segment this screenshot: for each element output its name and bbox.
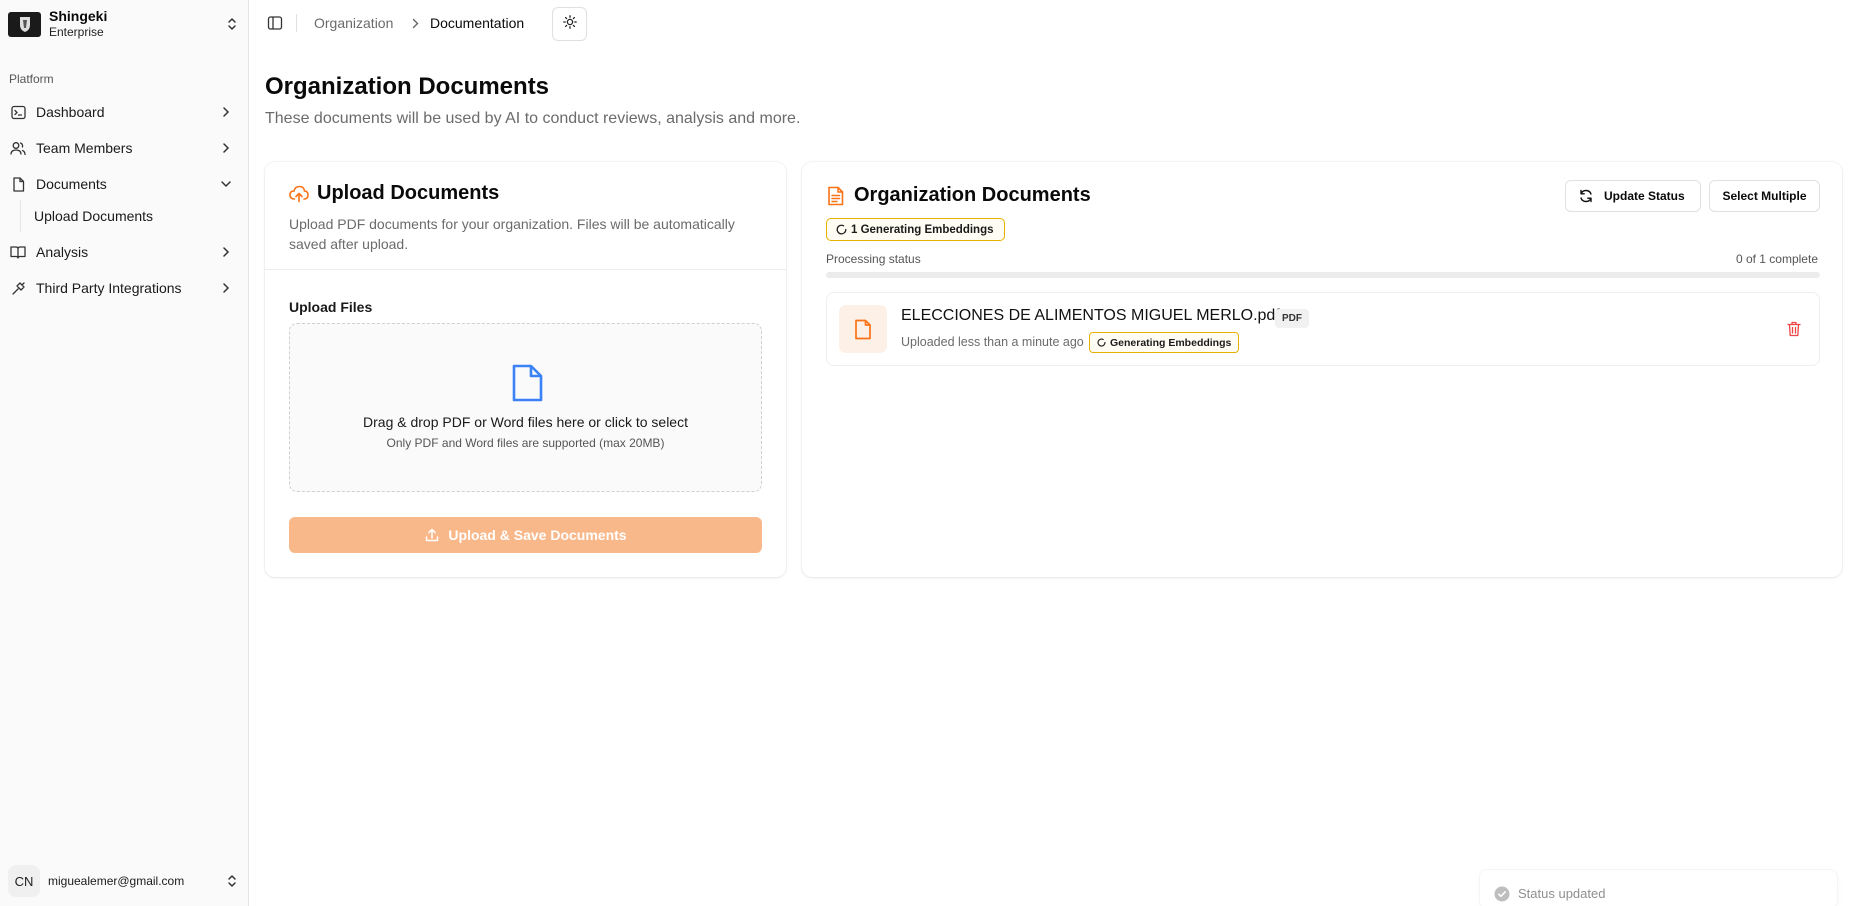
plug-icon xyxy=(10,280,26,296)
chevrons-up-down-icon xyxy=(224,873,240,889)
sub-nav-line xyxy=(20,200,21,232)
nav-group-label: Platform xyxy=(9,72,54,86)
sidebar-item-team-members[interactable]: Team Members xyxy=(8,133,240,163)
file-dropzone[interactable]: Drag & drop PDF or Word files here or cl… xyxy=(289,323,762,492)
document-file-icon xyxy=(839,305,887,353)
terminal-icon xyxy=(10,104,26,120)
loader-icon xyxy=(835,224,847,236)
org-logo xyxy=(8,11,41,37)
upload-card-title: Upload Documents xyxy=(317,182,500,204)
page-subtitle: These documents will be used by AI to co… xyxy=(265,110,801,127)
user-email: miguealemer@gmail.com xyxy=(48,874,185,888)
sidebar-item-label: Dashboard xyxy=(36,104,105,120)
document-type-badge: PDF xyxy=(1275,309,1309,328)
user-menu[interactable]: CN miguealemer@gmail.com xyxy=(8,864,240,898)
file-text-icon xyxy=(826,186,844,206)
upload-files-label: Upload Files xyxy=(289,299,373,315)
processing-progress-bar xyxy=(826,272,1820,278)
breadcrumb-documentation: Documentation xyxy=(430,15,525,31)
sidebar-subitem-upload-documents[interactable]: Upload Documents xyxy=(34,202,153,230)
sidebar-item-documents[interactable]: Documents xyxy=(8,169,240,199)
status-badge-label: 1 Generating Embeddings xyxy=(851,223,994,236)
breadcrumb-organization[interactable]: Organization xyxy=(314,15,393,31)
status-badge: 1 Generating Embeddings xyxy=(826,218,1005,241)
toast-message: Status updated xyxy=(1518,886,1606,901)
loader-icon xyxy=(1096,338,1106,348)
file-icon xyxy=(510,364,544,402)
sidebar-item-label: Analysis xyxy=(36,244,89,260)
update-status-label: Update Status xyxy=(1604,189,1685,203)
chevron-right-icon xyxy=(218,280,234,296)
sun-icon xyxy=(562,14,577,34)
refresh-icon xyxy=(1578,188,1594,204)
page-title: Organization Documents xyxy=(265,73,550,100)
top-header: Organization Documentation xyxy=(250,0,1852,48)
upload-save-button[interactable]: Upload & Save Documents xyxy=(289,517,762,553)
upload-card-description: Upload PDF documents for your organizati… xyxy=(289,216,735,252)
org-switcher[interactable]: Shingeki Enterprise xyxy=(8,6,240,42)
chevrons-up-down-icon xyxy=(224,16,240,32)
toast-notification: Status updated xyxy=(1479,869,1838,906)
sidebar-item-analysis[interactable]: Analysis xyxy=(8,237,240,267)
users-icon xyxy=(10,140,26,156)
card-divider xyxy=(265,269,786,270)
document-status-badge: Generating Embeddings xyxy=(1089,332,1240,353)
upload-button-label: Upload & Save Documents xyxy=(448,527,627,543)
trash-icon[interactable] xyxy=(1785,320,1803,338)
theme-toggle-button[interactable] xyxy=(552,7,587,41)
processing-status-label: Processing status xyxy=(826,252,921,266)
select-multiple-button[interactable]: Select Multiple xyxy=(1709,180,1820,212)
org-name: Shingeki xyxy=(49,8,108,24)
chevron-right-icon xyxy=(408,16,422,30)
dropzone-instructions: Drag & drop PDF or Word files here or cl… xyxy=(363,414,688,430)
upload-icon xyxy=(424,527,440,543)
sidebar-item-label: Team Members xyxy=(36,140,133,156)
chevron-right-icon xyxy=(218,244,234,260)
sidebar: Shingeki Enterprise Platform Dashboard T… xyxy=(0,0,249,906)
chevron-right-icon xyxy=(218,104,234,120)
book-open-icon xyxy=(10,244,26,260)
avatar: CN xyxy=(8,865,40,897)
check-circle-icon xyxy=(1494,886,1510,902)
org-plan: Enterprise xyxy=(49,25,104,39)
sidebar-toggle-icon[interactable] xyxy=(266,14,284,32)
document-row[interactable]: ELECCIONES DE ALIMENTOS MIGUEL MERLO.pdf… xyxy=(826,292,1820,366)
sidebar-item-dashboard[interactable]: Dashboard xyxy=(8,97,240,127)
document-name: ELECCIONES DE ALIMENTOS MIGUEL MERLO.pdf xyxy=(901,307,1280,324)
header-divider xyxy=(296,14,297,32)
document-upload-time: Uploaded less than a minute ago xyxy=(901,335,1084,349)
sidebar-item-label: Documents xyxy=(36,176,107,192)
upload-documents-card: Upload Documents Upload PDF documents fo… xyxy=(265,162,786,577)
update-status-button[interactable]: Update Status xyxy=(1565,180,1701,212)
documents-card-title: Organization Documents xyxy=(854,184,1091,206)
document-status-label: Generating Embeddings xyxy=(1110,336,1232,349)
sidebar-item-label: Third Party Integrations xyxy=(36,280,182,296)
sidebar-item-third-party-integrations[interactable]: Third Party Integrations xyxy=(8,273,240,303)
chevron-right-icon xyxy=(218,140,234,156)
dropzone-hint: Only PDF and Word files are supported (m… xyxy=(386,436,665,450)
processing-count: 0 of 1 complete xyxy=(1735,252,1818,266)
cloud-upload-icon xyxy=(289,184,309,204)
chevron-down-icon xyxy=(218,176,234,192)
organization-documents-card: Organization Documents Update Status Sel… xyxy=(802,162,1842,577)
file-icon xyxy=(10,176,26,192)
